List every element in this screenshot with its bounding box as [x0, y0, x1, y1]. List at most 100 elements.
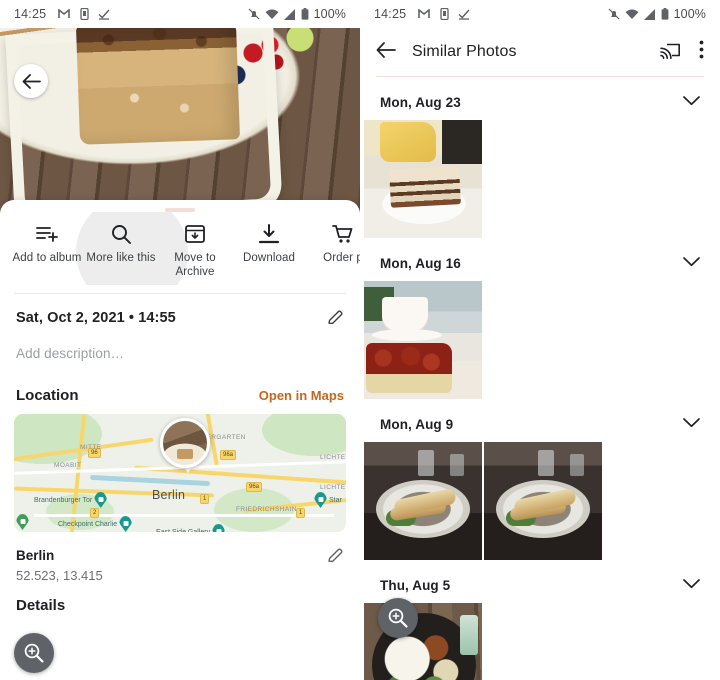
photo-group-header[interactable]: Mon, Aug 16	[360, 238, 720, 281]
photo-group-header[interactable]: Thu, Aug 5	[360, 560, 720, 603]
hero-cake-slice	[75, 28, 241, 145]
photo-group-header[interactable]: Mon, Aug 23	[360, 77, 720, 120]
check-icon	[458, 8, 470, 20]
poi-label: Checkpoint Charlie	[58, 520, 118, 528]
chevron-down-icon	[683, 257, 700, 267]
map-pin-icon	[94, 492, 108, 509]
zoom-in-icon	[24, 643, 44, 663]
back-button[interactable]	[14, 64, 48, 98]
status-time: 14:25	[374, 7, 407, 21]
app-bar-actions	[660, 40, 704, 64]
group-date-label: Mon, Aug 16	[380, 255, 461, 271]
overflow-menu-button[interactable]	[699, 40, 704, 64]
map-poi-park[interactable]	[16, 514, 29, 531]
map-poi-east-side-gallery[interactable]: East Side Gallery	[156, 524, 226, 533]
group-date-label: Mon, Aug 9	[380, 416, 454, 432]
zoom-in-button-left[interactable]	[14, 633, 54, 673]
action-label: Add to album	[12, 252, 82, 264]
place-name: Berlin	[16, 548, 55, 564]
map-poi-checkpoint-charlie[interactable]: Checkpoint Charlie	[58, 516, 133, 533]
map-district-label: MITTE	[80, 444, 102, 452]
device-icon	[440, 8, 449, 20]
poi-label: East Side Gallery	[156, 528, 211, 533]
map-district-label: MOABIT	[54, 462, 82, 470]
thumb-detail	[372, 329, 442, 341]
hero-photo[interactable]	[0, 28, 360, 228]
action-download[interactable]: Download	[232, 224, 306, 265]
place-coordinates: 52.523, 13.415	[16, 568, 103, 584]
wifi-icon	[625, 9, 639, 20]
group-collapse-toggle[interactable]	[683, 415, 700, 433]
action-add-to-album[interactable]: Add to album	[10, 224, 84, 265]
thumb-detail	[460, 615, 478, 655]
archive-icon	[185, 225, 205, 243]
cast-icon	[660, 43, 680, 59]
dual-screenshot-container: 14:25 100% Add to album More like this M…	[0, 0, 720, 680]
status-notification-icons	[58, 8, 110, 20]
location-map[interactable]: 96 96a 96a 1 2 1 MITTE MOABIT TIERGARTEN…	[14, 414, 346, 533]
action-move-to-archive[interactable]: Move to Archive	[158, 224, 232, 279]
map-pin-icon	[212, 524, 226, 533]
photo-info-sheet: Add to album More like this Move to Arch…	[0, 200, 360, 680]
photo-action-bar: Add to album More like this Move to Arch…	[0, 212, 360, 286]
photo-location-marker[interactable]	[160, 418, 210, 469]
wifi-icon	[265, 9, 279, 20]
action-more-like-this[interactable]: More like this	[84, 224, 158, 265]
map-route-shield: 96a	[220, 450, 237, 461]
group-collapse-toggle[interactable]	[683, 93, 700, 111]
photo-date: Sat, Oct 2, 2021 • 14:55	[16, 310, 176, 327]
photo-thumbnail[interactable]	[484, 442, 602, 560]
photo-thumbnail[interactable]	[364, 281, 482, 399]
back-button[interactable]	[376, 41, 396, 63]
place-row: Berlin 52.523, 13.415	[0, 532, 360, 583]
description-input[interactable]: Add description…	[16, 346, 344, 361]
battery-icon	[661, 8, 669, 20]
zoom-in-icon	[388, 608, 408, 628]
page-title: Similar Photos	[412, 43, 517, 60]
map-route-shield: 1	[200, 494, 210, 505]
thumb-detail	[382, 297, 428, 331]
poi-label: Star	[329, 496, 342, 504]
photo-thumbnail[interactable]	[364, 442, 482, 560]
map-poi-brandenburger-tor[interactable]: Brandenburger Tor	[34, 492, 108, 509]
cast-button[interactable]	[660, 41, 681, 64]
thumb-detail	[389, 166, 461, 208]
status-notification-icons	[418, 8, 470, 20]
edit-date-button[interactable]	[327, 310, 344, 332]
thumb-detail	[442, 120, 482, 164]
thumb-detail	[538, 450, 554, 476]
photo-thumbnail[interactable]	[364, 120, 482, 238]
chevron-down-icon	[683, 579, 700, 589]
status-bar-right: 14:25 100%	[360, 0, 720, 28]
back-arrow-icon	[376, 41, 396, 58]
map-district-label: FRIEDRICHSHAIN	[236, 506, 297, 514]
more-vert-icon	[699, 40, 704, 59]
similar-photos-screen: 14:25 100% Similar Photos Mon, Aug 23 Mo…	[360, 0, 720, 680]
cart-icon	[332, 225, 353, 243]
action-order-photo[interactable]: Order p	[306, 224, 360, 265]
zoom-in-button-right[interactable]	[378, 598, 418, 638]
add-to-album-icon	[35, 227, 58, 242]
map-poi-star[interactable]: Star	[314, 492, 342, 509]
map-district-label: LICHTE	[320, 484, 346, 492]
group-collapse-toggle[interactable]	[683, 576, 700, 594]
photo-group-thumbnails	[360, 281, 720, 399]
thumb-detail	[366, 343, 452, 393]
edit-location-button[interactable]	[327, 548, 344, 570]
photo-group-thumbnails	[360, 120, 720, 238]
status-system-icons: 100%	[248, 7, 346, 21]
download-icon	[258, 224, 280, 244]
action-label: Download	[243, 252, 295, 264]
group-date-label: Thu, Aug 5	[380, 577, 451, 593]
photo-group-header[interactable]: Mon, Aug 9	[360, 399, 720, 442]
details-title: Details	[16, 597, 66, 615]
map-pin-icon	[16, 514, 29, 531]
chevron-down-icon	[683, 418, 700, 428]
open-in-maps-link[interactable]: Open in Maps	[259, 388, 344, 403]
group-collapse-toggle[interactable]	[683, 254, 700, 272]
notifications-off-icon	[248, 8, 260, 20]
action-label: Move to Archive	[174, 252, 216, 279]
photo-meta-section: Sat, Oct 2, 2021 • 14:55 Add description…	[0, 294, 360, 361]
device-icon	[80, 8, 89, 20]
action-label: More like this	[86, 252, 156, 264]
